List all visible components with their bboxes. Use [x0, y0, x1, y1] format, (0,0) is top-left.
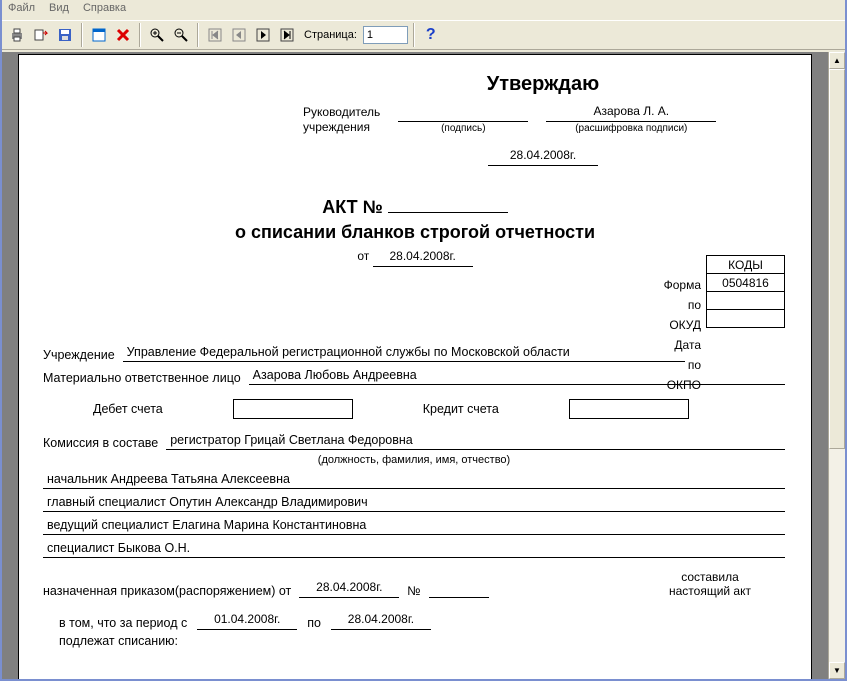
- document-scroll[interactable]: Утверждаю Руководительучреждения (подпис…: [2, 52, 828, 679]
- commission-member: главный специалист Опутин Александр Влад…: [43, 495, 785, 512]
- resp-value: Азарова Любовь Андреевна: [249, 368, 785, 385]
- menu-view[interactable]: Вид: [49, 2, 69, 18]
- toolbar-separator: [197, 23, 199, 47]
- document-viewport: Утверждаю Руководительучреждения (подпис…: [2, 52, 845, 679]
- export-icon[interactable]: [30, 24, 52, 46]
- page-number-input[interactable]: [363, 26, 408, 44]
- toolbar-separator: [139, 23, 141, 47]
- body-lines: Учреждение Управление Федеральной регист…: [43, 345, 785, 648]
- codes-table: КОДЫ 0504816: [706, 255, 785, 328]
- menu-help[interactable]: Справка: [83, 2, 126, 18]
- credit-box: [569, 399, 689, 419]
- act-from-date: 28.04.2008г.: [373, 249, 473, 267]
- codes-head: КОДЫ: [707, 256, 785, 274]
- first-page-icon[interactable]: [204, 24, 226, 46]
- menu-file[interactable]: Файл: [8, 2, 35, 18]
- print-icon[interactable]: [6, 24, 28, 46]
- period-prefix: в том, что за период с: [59, 616, 187, 630]
- approval-title: Утверждаю: [303, 73, 783, 96]
- commission-label: Комиссия в составе: [43, 436, 158, 450]
- toolbar-separator: [413, 23, 415, 47]
- commission-sub: (должность, фамилия, имя, отчество): [43, 454, 785, 466]
- commission-member: специалист Быкова О.Н.: [43, 541, 785, 558]
- order-num-label: №: [407, 584, 420, 598]
- period-row: в том, что за период с 01.04.2008г. по 2…: [59, 612, 785, 630]
- org-value: Управление Федеральной регистрационной с…: [123, 345, 685, 362]
- order-row: назначенная приказом(распоряжением) от 2…: [43, 570, 785, 598]
- codes-date-value: [707, 292, 785, 310]
- act-from-label: от: [357, 249, 369, 263]
- scroll-thumb[interactable]: [829, 69, 845, 449]
- period-spisan: подлежат списанию:: [59, 634, 785, 648]
- approval-block: Утверждаю Руководительучреждения (подпис…: [303, 73, 783, 166]
- save-icon[interactable]: [54, 24, 76, 46]
- period-to-label: по: [307, 616, 321, 630]
- period-to: 28.04.2008г.: [331, 612, 431, 630]
- toolbar: Страница: ?: [2, 20, 845, 50]
- zoom-out-icon[interactable]: [170, 24, 192, 46]
- scroll-down-icon[interactable]: ▼: [829, 662, 845, 679]
- toolbar-separator: [81, 23, 83, 47]
- act-number-value: [388, 195, 508, 213]
- approval-role: Руководительучреждения: [303, 105, 380, 134]
- act-title-block: АКТ № о списании бланков строгой отчетно…: [19, 195, 811, 267]
- approval-signature-slot: [398, 104, 528, 122]
- scroll-track[interactable]: [829, 69, 845, 662]
- debit-label: Дебет счета: [93, 402, 163, 416]
- order-num-value: [429, 580, 489, 598]
- scroll-up-icon[interactable]: ▲: [829, 52, 845, 69]
- document-page: Утверждаю Руководительучреждения (подпис…: [18, 54, 812, 679]
- approval-date: 28.04.2008г.: [488, 148, 598, 166]
- codes-okud-label: Форма по ОКУД: [664, 275, 701, 335]
- help-icon[interactable]: ?: [426, 26, 436, 44]
- page-label: Страница:: [304, 29, 357, 41]
- order-note: составиланастоящий акт: [635, 570, 785, 598]
- codes-okpo-value: [707, 310, 785, 328]
- codes-okud-value: 0504816: [707, 274, 785, 292]
- commission-member: ведущий специалист Елагина Марина Конста…: [43, 518, 785, 535]
- approval-name: Азарова Л. А.: [546, 104, 716, 122]
- commission-member: начальник Андреева Татьяна Алексеевна: [43, 472, 785, 489]
- close-icon[interactable]: [112, 24, 134, 46]
- codes-block: КОДЫ 0504816 Форма по ОКУД Дата по ОКПО: [706, 255, 785, 328]
- debit-box: [233, 399, 353, 419]
- menubar: Файл Вид Справка: [2, 0, 845, 20]
- act-subtitle: о списании бланков строгой отчетности: [19, 222, 811, 243]
- period-from: 01.04.2008г.: [197, 612, 297, 630]
- approval-signature-sub: (подпись): [398, 123, 528, 134]
- zoom-in-icon[interactable]: [146, 24, 168, 46]
- vertical-scrollbar[interactable]: ▲ ▼: [828, 52, 845, 679]
- refresh-icon[interactable]: [88, 24, 110, 46]
- org-label: Учреждение: [43, 348, 115, 362]
- commission-chair: регистратор Грицай Светлана Федоровна: [166, 433, 785, 450]
- last-page-icon[interactable]: [276, 24, 298, 46]
- next-page-icon[interactable]: [252, 24, 274, 46]
- resp-label: Материально ответственное лицо: [43, 371, 241, 385]
- order-prefix: назначенная приказом(распоряжением) от: [43, 584, 291, 598]
- act-number-label: АКТ №: [322, 197, 383, 217]
- order-date: 28.04.2008г.: [299, 580, 399, 598]
- approval-name-sub: (расшифровка подписи): [546, 123, 716, 134]
- credit-label: Кредит счета: [423, 402, 499, 416]
- prev-page-icon[interactable]: [228, 24, 250, 46]
- accounts-row: Дебет счета Кредит счета: [93, 399, 785, 419]
